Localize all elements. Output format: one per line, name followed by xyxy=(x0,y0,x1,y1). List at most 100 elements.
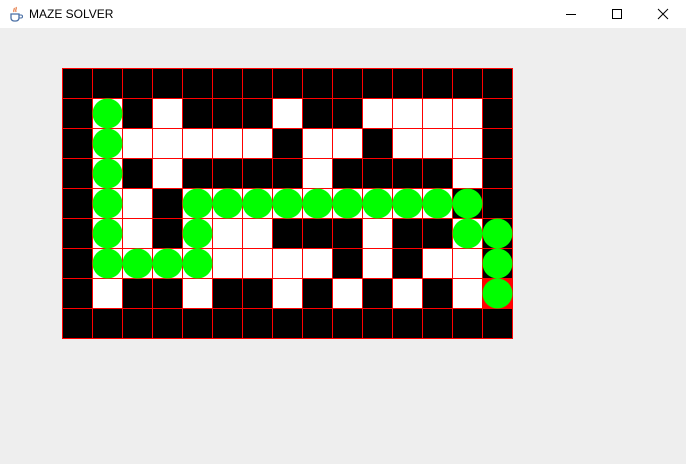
path-marker xyxy=(392,188,423,219)
maze-wall-cell xyxy=(62,308,93,339)
path-marker xyxy=(362,188,393,219)
maze-wall-cell xyxy=(212,308,243,339)
close-icon xyxy=(657,8,669,20)
title-bar: MAZE SOLVER xyxy=(0,0,686,28)
maze-open-cell xyxy=(362,98,393,129)
path-marker xyxy=(302,188,333,219)
path-marker xyxy=(452,218,483,249)
maze-wall-cell xyxy=(212,158,243,189)
maze-wall-cell xyxy=(392,308,423,339)
maze-wall-cell xyxy=(362,128,393,159)
maze-wall-cell xyxy=(272,128,303,159)
maze-open-cell xyxy=(302,158,333,189)
maze-wall-cell xyxy=(272,158,303,189)
maze-wall-cell xyxy=(302,278,333,309)
maze-open-cell xyxy=(452,98,483,129)
maze-wall-cell xyxy=(182,98,213,129)
maze-wall-cell xyxy=(482,98,513,129)
maze-open-cell xyxy=(182,128,213,159)
maze-wall-cell xyxy=(482,188,513,219)
maze-wall-cell xyxy=(272,218,303,249)
maze-wall-cell xyxy=(422,68,453,99)
maze-wall-cell xyxy=(152,278,183,309)
maze-wall-cell xyxy=(302,68,333,99)
path-marker xyxy=(482,278,513,309)
window-controls xyxy=(548,0,686,28)
maximize-button[interactable] xyxy=(594,0,640,28)
maze-open-cell xyxy=(122,188,153,219)
maze-wall-cell xyxy=(92,68,123,99)
maze-wall-cell xyxy=(182,158,213,189)
maze-wall-cell xyxy=(62,68,93,99)
maze-open-cell xyxy=(182,278,213,309)
maze-open-cell xyxy=(392,128,423,159)
maze-wall-cell xyxy=(332,68,363,99)
maze-open-cell xyxy=(242,218,273,249)
maze-wall-cell xyxy=(122,308,153,339)
maze-wall-cell xyxy=(362,158,393,189)
maze-open-cell xyxy=(272,98,303,129)
maze-wall-cell xyxy=(452,68,483,99)
maze-wall-cell xyxy=(62,278,93,309)
maze-open-cell xyxy=(242,248,273,279)
maze-wall-cell xyxy=(212,98,243,129)
maze-open-cell xyxy=(152,128,183,159)
maze-open-cell xyxy=(332,128,363,159)
maze-wall-cell xyxy=(62,248,93,279)
maze-open-cell xyxy=(122,218,153,249)
maze-open-cell xyxy=(272,248,303,279)
maze-wall-cell xyxy=(62,158,93,189)
maze-wall-cell xyxy=(302,308,333,339)
maze-wall-cell xyxy=(242,98,273,129)
minimize-button[interactable] xyxy=(548,0,594,28)
maze-wall-cell xyxy=(362,308,393,339)
path-marker xyxy=(92,128,123,159)
path-marker xyxy=(182,188,213,219)
maze-open-cell xyxy=(422,98,453,129)
maze-open-cell xyxy=(152,98,183,129)
maze-open-cell xyxy=(452,278,483,309)
maze-wall-cell xyxy=(122,278,153,309)
maze-grid xyxy=(62,68,513,339)
maze-wall-cell xyxy=(332,308,363,339)
maze-open-cell xyxy=(212,218,243,249)
path-marker xyxy=(272,188,303,219)
maze-wall-cell xyxy=(422,158,453,189)
maximize-icon xyxy=(612,9,622,19)
maze-wall-cell xyxy=(62,98,93,129)
window-title: MAZE SOLVER xyxy=(29,7,114,21)
path-marker xyxy=(452,188,483,219)
maze-wall-cell xyxy=(482,158,513,189)
close-button[interactable] xyxy=(640,0,686,28)
maze-wall-cell xyxy=(182,308,213,339)
minimize-icon xyxy=(566,14,576,15)
maze-wall-cell xyxy=(242,308,273,339)
path-marker xyxy=(92,248,123,279)
path-marker xyxy=(482,248,513,279)
maze-wall-cell xyxy=(302,98,333,129)
maze-wall-cell xyxy=(62,128,93,159)
maze-panel xyxy=(0,29,686,464)
path-marker xyxy=(92,98,123,129)
java-cup-icon xyxy=(8,6,24,22)
maze-open-cell xyxy=(92,278,123,309)
maze-open-cell xyxy=(392,98,423,129)
path-marker xyxy=(182,248,213,279)
maze-wall-cell xyxy=(452,308,483,339)
maze-open-cell xyxy=(242,128,273,159)
maze-wall-cell xyxy=(272,68,303,99)
maze-wall-cell xyxy=(242,68,273,99)
maze-open-cell xyxy=(362,218,393,249)
maze-open-cell xyxy=(212,248,243,279)
maze-wall-cell xyxy=(482,308,513,339)
maze-wall-cell xyxy=(122,98,153,129)
maze-wall-cell xyxy=(122,68,153,99)
maze-open-cell xyxy=(332,278,363,309)
maze-open-cell xyxy=(392,278,423,309)
path-marker xyxy=(242,188,273,219)
maze-wall-cell xyxy=(152,308,183,339)
maze-wall-cell xyxy=(422,278,453,309)
path-marker xyxy=(152,248,183,279)
maze-wall-cell xyxy=(242,158,273,189)
maze-open-cell xyxy=(452,128,483,159)
